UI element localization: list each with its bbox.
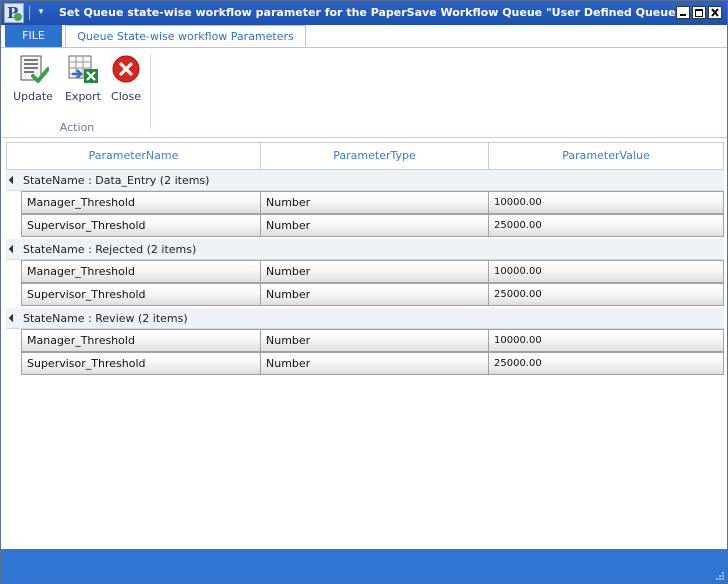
column-header-parameter-value[interactable]: ParameterValue <box>489 143 723 169</box>
cell-parameter-type[interactable]: Number <box>261 330 489 351</box>
cell-parameter-name[interactable]: Supervisor_Threshold <box>22 353 261 374</box>
cell-parameter-type[interactable]: Number <box>261 353 489 374</box>
cell-parameter-value[interactable]: 25000.00 <box>489 284 724 305</box>
close-icon <box>711 8 719 17</box>
update-label: Update <box>13 90 53 103</box>
cell-parameter-value[interactable]: 10000.00 <box>489 192 724 213</box>
group-label: StateName : Review (2 items) <box>23 312 188 325</box>
cell-parameter-value[interactable]: 10000.00 <box>489 330 724 351</box>
cell-parameter-name[interactable]: Supervisor_Threshold <box>22 215 261 236</box>
group-label: StateName : Rejected (2 items) <box>23 243 197 256</box>
parameter-grid: ParameterName ParameterType ParameterVal… <box>6 142 724 380</box>
grid-header: ParameterName ParameterType ParameterVal… <box>6 142 724 170</box>
ribbon-group-separator <box>150 54 151 129</box>
tab-queue-state-wise-parameters[interactable]: Queue State-wise workflow Parameters <box>65 25 306 47</box>
maximize-button[interactable] <box>692 6 706 19</box>
title-bar: P ▾ Set Queue state-wise workflow parame… <box>1 1 727 25</box>
cell-parameter-type[interactable]: Number <box>261 215 489 236</box>
collapse-triangle-icon[interactable] <box>8 313 18 323</box>
dialog-window: P ▾ Set Queue state-wise workflow parame… <box>0 0 728 584</box>
cell-parameter-name[interactable]: Manager_Threshold <box>22 261 261 282</box>
table-row[interactable]: Manager_Threshold Number 10000.00 <box>21 329 724 352</box>
papersave-app-icon[interactable]: P <box>4 3 24 23</box>
cell-parameter-value[interactable]: 10000.00 <box>489 261 724 282</box>
column-header-parameter-type[interactable]: ParameterType <box>261 143 489 169</box>
group-row-rejected[interactable]: StateName : Rejected (2 items) <box>6 239 724 260</box>
table-row[interactable]: Manager_Threshold Number 10000.00 <box>21 260 724 283</box>
quick-access-dropdown-icon[interactable]: ▾ <box>35 5 47 19</box>
export-label: Export <box>64 90 101 103</box>
cell-parameter-name[interactable]: Manager_Threshold <box>22 330 261 351</box>
close-label: Close <box>111 90 141 103</box>
close-window-button[interactable] <box>708 6 722 19</box>
app-icon-badge <box>14 13 22 21</box>
cell-parameter-type[interactable]: Number <box>261 192 489 213</box>
cell-parameter-value[interactable]: 25000.00 <box>489 215 724 236</box>
close-button[interactable]: Close <box>104 54 148 106</box>
collapse-triangle-icon[interactable] <box>8 244 18 254</box>
group-row-review[interactable]: StateName : Review (2 items) <box>6 308 724 329</box>
table-row[interactable]: Supervisor_Threshold Number 25000.00 <box>21 352 724 375</box>
update-icon <box>20 55 49 83</box>
export-button[interactable]: Export <box>61 54 105 106</box>
quick-access-separator <box>29 6 30 20</box>
ribbon: Update Export Close Action <box>1 48 727 138</box>
table-row[interactable]: Supervisor_Threshold Number 25000.00 <box>21 214 724 237</box>
export-icon <box>68 55 98 83</box>
ribbon-tab-bar: FILE Queue State-wise workflow Parameter… <box>1 25 727 48</box>
resize-grip-icon[interactable] <box>716 572 724 580</box>
cell-parameter-name[interactable]: Supervisor_Threshold <box>22 284 261 305</box>
minimize-button[interactable] <box>676 6 690 19</box>
status-bar <box>1 549 727 583</box>
cell-parameter-name[interactable]: Manager_Threshold <box>22 192 261 213</box>
table-row[interactable]: Supervisor_Threshold Number 25000.00 <box>21 283 724 306</box>
cell-parameter-type[interactable]: Number <box>261 284 489 305</box>
window-title: Set Queue state-wise workflow parameter … <box>59 6 682 19</box>
group-row-data-entry[interactable]: StateName : Data_Entry (2 items) <box>6 170 724 191</box>
ribbon-group-action-label: Action <box>59 121 95 134</box>
table-row[interactable]: Manager_Threshold Number 10000.00 <box>21 191 724 214</box>
collapse-triangle-icon[interactable] <box>8 175 18 185</box>
close-circle-icon <box>112 55 140 83</box>
group-label: StateName : Data_Entry (2 items) <box>23 174 210 187</box>
cell-parameter-value[interactable]: 25000.00 <box>489 353 724 374</box>
update-button[interactable]: Update <box>11 54 55 106</box>
cell-parameter-type[interactable]: Number <box>261 261 489 282</box>
column-header-parameter-name[interactable]: ParameterName <box>7 143 261 169</box>
tab-file[interactable]: FILE <box>5 25 62 47</box>
